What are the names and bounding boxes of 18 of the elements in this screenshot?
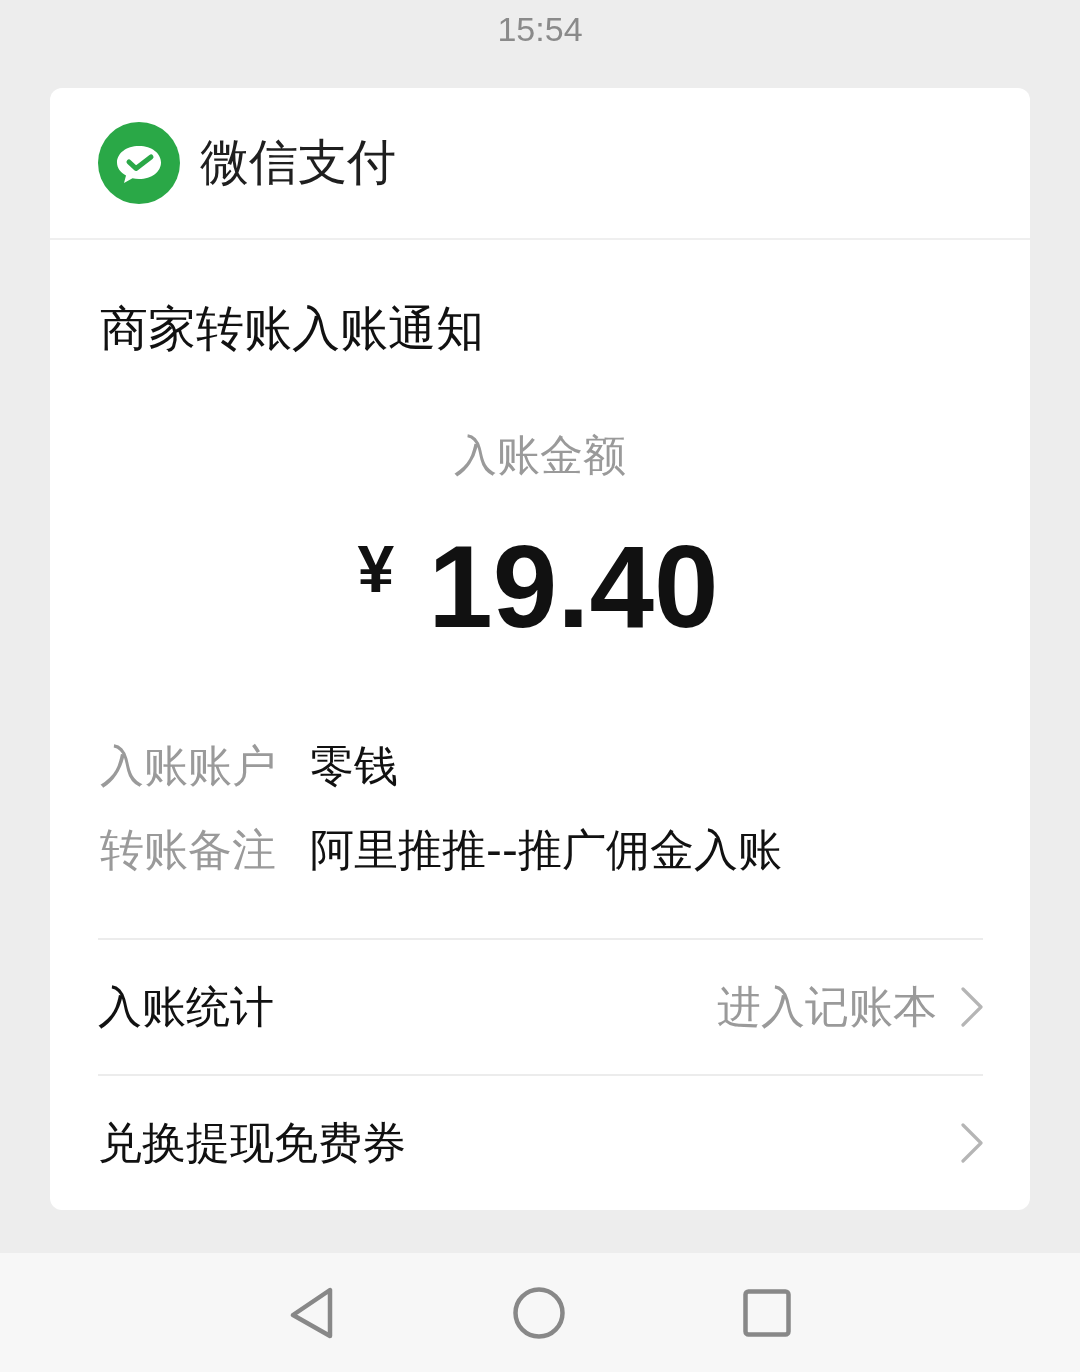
menu-item-label[interactable]: 入账统计	[98, 977, 274, 1037]
amount-label: 入账金额	[453, 430, 627, 480]
back-icon[interactable]	[289, 1286, 335, 1339]
recent-apps-icon[interactable]	[743, 1288, 791, 1337]
detail-label: 入账账户	[100, 739, 276, 793]
amount-value: 19.40	[428, 530, 719, 644]
currency-symbol: ¥	[357, 536, 395, 602]
detail-label: 转账备注	[100, 823, 276, 877]
home-icon[interactable]	[513, 1286, 565, 1339]
chevron-right-icon[interactable]	[961, 1123, 983, 1163]
menu-item-label[interactable]: 兑换提现免费券	[98, 1113, 406, 1173]
app-name: 微信支付	[200, 133, 396, 193]
status-time: 15:54	[497, 9, 583, 49]
chevron-right-icon[interactable]	[961, 987, 983, 1027]
notification-title: 商家转账入账通知	[100, 299, 485, 358]
chat-bubble-check-icon	[98, 122, 180, 204]
detail-value: 零钱	[310, 739, 399, 793]
detail-value: 阿里推推--推广佣金入账	[310, 823, 783, 877]
